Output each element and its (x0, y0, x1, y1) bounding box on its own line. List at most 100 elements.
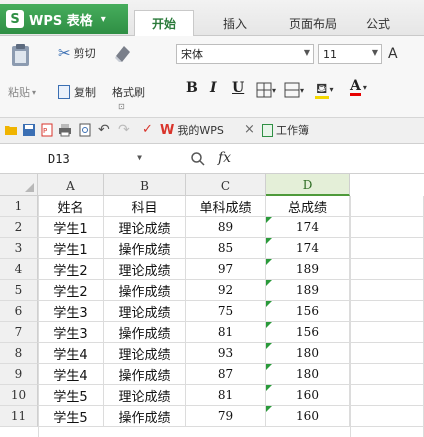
empty-cell[interactable] (350, 280, 424, 301)
merge-button[interactable]: ▾ (284, 82, 304, 98)
borders-button[interactable]: ▾ (256, 82, 276, 98)
empty-cell[interactable] (350, 301, 424, 322)
table-cell[interactable]: 学生2 (38, 280, 104, 301)
tab-page-layout[interactable]: 页面布局 (278, 10, 348, 36)
increase-font-icon[interactable]: A (388, 46, 398, 62)
clipboard-launcher-icon[interactable]: ⊡ (118, 102, 125, 111)
column-header-c[interactable]: C (186, 174, 266, 196)
format-painter-button[interactable]: 格式刷 (112, 84, 145, 100)
empty-cell[interactable] (350, 406, 424, 427)
row-header[interactable]: 4 (0, 259, 38, 280)
export-pdf-icon[interactable]: P (40, 123, 54, 137)
table-cell[interactable]: 97 (186, 259, 266, 280)
app-menu-button[interactable]: S WPS 表格 ▾ (0, 4, 128, 34)
table-cell[interactable]: 87 (186, 364, 266, 385)
table-cell[interactable]: 189 (266, 280, 350, 301)
table-cell[interactable]: 操作成绩 (104, 238, 186, 259)
redo-icon[interactable]: ↷ (118, 122, 130, 138)
tab-insert[interactable]: 插入 (210, 10, 260, 36)
italic-button[interactable]: I (210, 80, 217, 96)
table-cell[interactable]: 理论成绩 (104, 301, 186, 322)
close-tab-button[interactable]: × (244, 122, 255, 137)
paste-icon-button[interactable] (8, 42, 34, 68)
row-header[interactable]: 2 (0, 217, 38, 238)
empty-cell[interactable] (350, 385, 424, 406)
table-cell[interactable]: 理论成绩 (104, 259, 186, 280)
select-all-corner[interactable] (0, 174, 38, 196)
empty-cell[interactable] (350, 259, 424, 280)
empty-cell[interactable] (350, 238, 424, 259)
table-cell[interactable]: 92 (186, 280, 266, 301)
undo-icon[interactable]: ↶ (98, 122, 110, 138)
fill-color-button[interactable]: ⛾ ▾ (315, 80, 333, 99)
table-cell[interactable]: 189 (266, 259, 350, 280)
table-cell[interactable]: 操作成绩 (104, 280, 186, 301)
open-folder-icon[interactable] (4, 123, 18, 137)
table-cell[interactable]: 学生5 (38, 406, 104, 427)
table-cell[interactable]: 学生4 (38, 343, 104, 364)
table-cell[interactable]: 总成绩 (266, 196, 350, 217)
table-cell[interactable]: 180 (266, 343, 350, 364)
row-header[interactable]: 11 (0, 406, 38, 427)
table-cell[interactable]: 操作成绩 (104, 364, 186, 385)
table-cell[interactable]: 79 (186, 406, 266, 427)
cut-button[interactable]: ✂ 剪切 (58, 44, 96, 62)
print-preview-icon[interactable] (78, 123, 92, 137)
table-cell[interactable]: 75 (186, 301, 266, 322)
table-cell[interactable]: 180 (266, 364, 350, 385)
bold-button[interactable]: B (186, 80, 198, 96)
table-cell[interactable]: 学生1 (38, 217, 104, 238)
row-header[interactable]: 6 (0, 301, 38, 322)
table-cell[interactable]: 93 (186, 343, 266, 364)
table-cell[interactable]: 理论成绩 (104, 343, 186, 364)
table-cell[interactable]: 理论成绩 (104, 385, 186, 406)
row-header[interactable]: 1 (0, 196, 38, 217)
table-cell[interactable]: 学生5 (38, 385, 104, 406)
paste-button[interactable]: 粘贴 ▾ (8, 84, 36, 100)
row-header[interactable]: 3 (0, 238, 38, 259)
table-cell[interactable]: 81 (186, 322, 266, 343)
table-cell[interactable]: 85 (186, 238, 266, 259)
column-header-b[interactable]: B (104, 174, 186, 196)
doc-tab-my-wps[interactable]: W 我的WPS (160, 122, 224, 138)
row-header[interactable]: 7 (0, 322, 38, 343)
table-cell[interactable]: 学生1 (38, 238, 104, 259)
column-header-a[interactable]: A (38, 174, 104, 196)
row-header[interactable]: 10 (0, 385, 38, 406)
table-cell[interactable]: 160 (266, 385, 350, 406)
empty-cell[interactable] (350, 217, 424, 238)
empty-cell[interactable] (350, 343, 424, 364)
save-icon[interactable] (22, 123, 36, 137)
table-cell[interactable]: 操作成绩 (104, 406, 186, 427)
table-cell[interactable]: 姓名 (38, 196, 104, 217)
empty-cell[interactable] (350, 364, 424, 385)
table-cell[interactable]: 单科成绩 (186, 196, 266, 217)
table-cell[interactable]: 学生2 (38, 259, 104, 280)
table-cell[interactable]: 156 (266, 301, 350, 322)
table-cell[interactable]: 174 (266, 238, 350, 259)
eraser-button[interactable] (112, 42, 134, 64)
row-header[interactable]: 5 (0, 280, 38, 301)
font-name-select[interactable]: 宋体 ▼ (176, 44, 314, 64)
tab-home[interactable]: 开始 (134, 10, 194, 36)
column-header-d[interactable]: D (266, 174, 350, 196)
tab-formulas[interactable]: 公式 (366, 10, 424, 36)
table-cell[interactable]: 操作成绩 (104, 322, 186, 343)
font-size-select[interactable]: 11 ▼ (318, 44, 382, 64)
table-cell[interactable]: 学生3 (38, 322, 104, 343)
empty-cell[interactable] (350, 322, 424, 343)
table-cell[interactable]: 学生3 (38, 301, 104, 322)
copy-button[interactable]: 复制 (58, 84, 96, 100)
table-cell[interactable]: 156 (266, 322, 350, 343)
row-header[interactable]: 9 (0, 364, 38, 385)
row-header[interactable]: 8 (0, 343, 38, 364)
insert-function-button[interactable]: fx (218, 150, 231, 166)
table-cell[interactable]: 81 (186, 385, 266, 406)
table-cell[interactable]: 174 (266, 217, 350, 238)
table-cell[interactable]: 学生4 (38, 364, 104, 385)
doc-tab-workbook[interactable]: 工作簿 (262, 122, 309, 138)
print-icon[interactable] (58, 123, 72, 137)
table-cell[interactable]: 160 (266, 406, 350, 427)
underline-button[interactable]: U (232, 80, 244, 96)
table-cell[interactable]: 89 (186, 217, 266, 238)
